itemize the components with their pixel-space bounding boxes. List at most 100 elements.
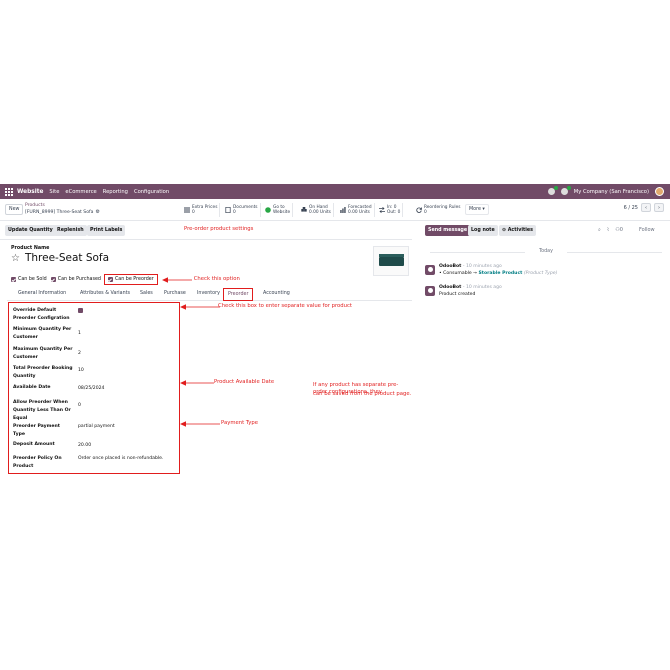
arrow-left-icon — [180, 380, 214, 386]
tab-purchase[interactable]: Purchase — [164, 291, 186, 296]
form-tabs: General Information Attributes & Variant… — [7, 288, 412, 301]
smart-button-extra-prices[interactable]: Extra Prices 0 — [184, 202, 221, 218]
date-separator-label: Today — [539, 249, 553, 254]
checkbox-label: Can be Preorder — [114, 277, 154, 282]
annotation-check-option: Check this option — [193, 276, 240, 282]
menu-site[interactable]: Site — [49, 189, 59, 195]
menu-configuration[interactable]: Configuration — [134, 189, 169, 195]
activities-label: Activities — [507, 228, 534, 233]
deposit-amount-input[interactable]: 20.00 — [78, 442, 91, 450]
policy-input[interactable]: Order once placed is non-refundable. — [78, 455, 178, 463]
override-checkbox[interactable] — [78, 308, 83, 313]
tab-accounting[interactable]: Accounting — [263, 291, 290, 296]
menu-reporting[interactable]: Reporting — [103, 189, 128, 195]
star-icon[interactable]: ☆ — [11, 253, 20, 264]
app-name[interactable]: Website — [17, 189, 43, 195]
user-avatar[interactable] — [655, 187, 664, 196]
field-label: Total Preorder Booking Quantity — [13, 366, 73, 379]
product-name-label: Product Name — [11, 246, 50, 251]
checkbox-label: Can be Purchased — [57, 277, 101, 282]
smart-button-documents[interactable]: Documents 0 — [225, 202, 261, 218]
message-author: OdooBot — [439, 264, 462, 269]
message-time: - 10 minutes ago — [462, 264, 502, 269]
breadcrumb: Products [FURN_8999] Three-Seat Sofa ⚙ — [25, 203, 100, 216]
menu-ecommerce[interactable]: eCommerce — [65, 189, 96, 195]
cubes-icon — [301, 207, 307, 212]
message-author: OdooBot — [439, 285, 462, 290]
odoo-app-window: Website Site eCommerce Reporting Configu… — [0, 184, 670, 486]
follow-button[interactable]: Follow — [639, 227, 655, 233]
smart-value: 0.00 Units — [309, 210, 331, 215]
send-message-button[interactable]: Send message — [425, 225, 471, 236]
print-labels-button[interactable]: Print Labels — [87, 225, 126, 236]
gear-icon[interactable]: ⚙ — [95, 209, 99, 215]
more-dropdown[interactable]: More ▾ — [465, 204, 489, 215]
smart-button-in-out[interactable]: In: 0 Out: 0 — [379, 202, 404, 218]
smart-value: Out: 0 — [387, 210, 401, 215]
tab-inventory[interactable]: Inventory — [197, 291, 220, 296]
tab-attributes-variants[interactable]: Attributes & Variants — [80, 291, 130, 296]
update-quantity-button[interactable]: Update Quantity — [5, 225, 56, 236]
clock-icon[interactable] — [560, 186, 571, 195]
search-icon[interactable]: ⌕ — [598, 227, 601, 233]
arrow-left-icon — [180, 421, 220, 427]
tab-preorder[interactable]: Preorder — [223, 288, 254, 301]
checkbox-checked-icon — [50, 277, 56, 282]
allow-preorder-input[interactable]: 0 — [78, 402, 81, 410]
checkbox-checked-icon — [107, 277, 113, 282]
tab-general-information[interactable]: General Information — [18, 291, 66, 296]
product-image[interactable] — [373, 246, 409, 276]
refresh-icon — [416, 207, 422, 213]
message-text: Product created — [439, 291, 476, 297]
file-icon — [225, 207, 231, 213]
chat-icon[interactable] — [547, 186, 558, 195]
field-label: Preorder Policy On Product — [13, 456, 62, 469]
navbar-systray: My Company (San Francisco) — [547, 184, 664, 199]
pager-value[interactable]: 6 / 25 — [624, 205, 638, 211]
chart-icon — [340, 207, 346, 213]
chatter-panel: Send message Log note ⊙ Activities ⌕ ⌇ ⚇… — [420, 222, 670, 486]
field-label: Override Default Preorder Configration — [13, 308, 70, 321]
min-qty-input[interactable]: 1 — [78, 330, 81, 338]
sofa-image — [379, 254, 404, 266]
annotation-check-box: Check this box to enter separate value f… — [218, 303, 352, 309]
list-icon — [184, 207, 190, 213]
log-note-button[interactable]: Log note — [468, 225, 498, 236]
activities-button[interactable]: ⊙ Activities — [499, 225, 537, 236]
total-booking-input[interactable]: 10 — [78, 367, 84, 375]
smart-value: Website — [273, 210, 291, 215]
annotation-settings: Pre-order product settings — [184, 226, 254, 232]
annotation-payment-type: Payment Type — [221, 420, 259, 426]
available-date-input[interactable]: 08/25/2024 — [78, 385, 104, 393]
paperclip-icon[interactable]: ⌇ — [607, 227, 609, 233]
company-switcher[interactable]: My Company (San Francisco) — [574, 189, 649, 195]
pager-next-icon[interactable]: › — [654, 203, 664, 212]
form-action-bar: Update Quantity Replenish Print Labels P… — [0, 222, 412, 240]
field-label: Preorder Payment Type — [13, 424, 61, 437]
can-be-preorder-checkbox[interactable]: Can be Preorder — [103, 274, 158, 285]
max-qty-input[interactable]: 2 — [78, 350, 81, 358]
followers-button[interactable]: ⚇0 — [615, 227, 623, 233]
smart-button-go-to-website[interactable]: Go to Website — [265, 202, 294, 218]
pager-prev-icon[interactable]: ‹ — [641, 203, 651, 212]
new-button[interactable]: New — [5, 204, 24, 215]
tab-sales[interactable]: Sales — [140, 291, 153, 296]
exchange-icon — [379, 207, 385, 213]
smart-button-reordering-rules[interactable]: Reordering Rules 0 — [416, 202, 461, 218]
payment-type-select[interactable]: partial payment — [78, 423, 115, 431]
product-name[interactable]: ☆ Three-Seat Sofa — [11, 252, 109, 264]
checkbox-label: Can be Sold — [18, 277, 47, 282]
product-name-value[interactable]: Three-Seat Sofa — [25, 252, 109, 264]
tracking-new-value: Storable Product — [478, 270, 523, 276]
can-be-purchased-checkbox[interactable]: Can be Purchased — [50, 277, 101, 282]
field-label: Maximum Quantity Per Customer — [13, 347, 73, 360]
annotation-available-date: Product Available Date — [214, 379, 275, 385]
smart-button-on-hand[interactable]: On Hand 0.00 Units — [301, 202, 334, 218]
top-navbar: Website Site eCommerce Reporting Configu… — [0, 184, 670, 199]
breadcrumb-current: [FURN_8999] Three-Seat Sofa — [25, 210, 94, 215]
can-be-sold-checkbox[interactable]: Can be Sold — [11, 277, 47, 282]
replenish-button[interactable]: Replenish — [54, 225, 87, 236]
apps-menu-icon[interactable] — [5, 187, 13, 196]
smart-button-forecasted[interactable]: Forecasted 0.00 Units — [340, 202, 375, 218]
field-label: Minimum Quantity Per Customer — [13, 327, 72, 340]
